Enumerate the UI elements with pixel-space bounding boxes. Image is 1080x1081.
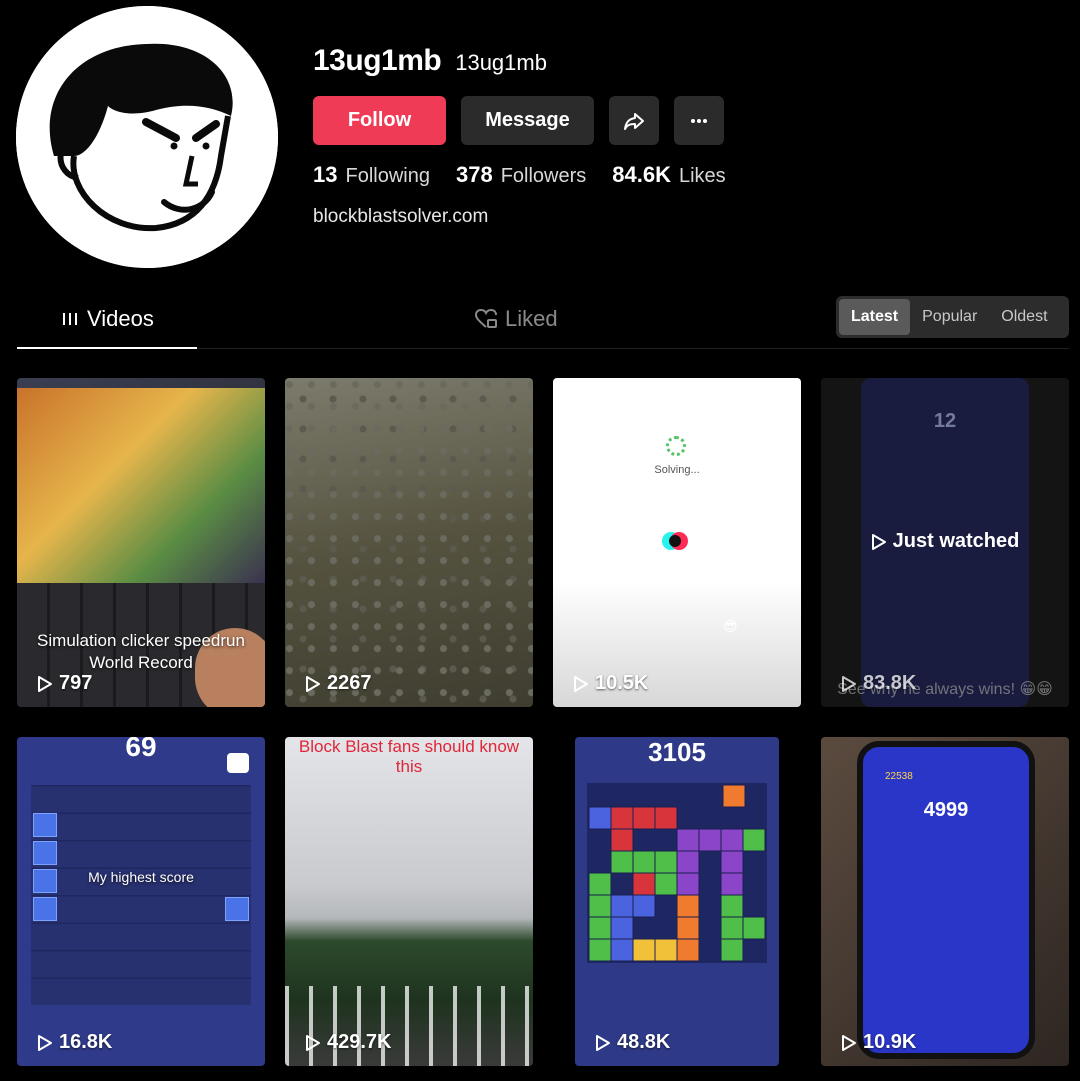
play-icon — [871, 533, 886, 550]
sort-switcher: Latest Popular Oldest — [836, 296, 1069, 338]
emoji-icon: 😎 — [723, 618, 738, 634]
tiktok-logo-icon — [662, 532, 688, 550]
view-count-value: 797 — [59, 672, 93, 694]
avatar-illustration — [16, 6, 278, 268]
follow-button[interactable]: Follow — [313, 96, 446, 145]
sort-popular[interactable]: Popular — [910, 299, 989, 335]
stat-label: Likes — [678, 165, 726, 187]
game-block — [33, 813, 57, 837]
stat-likes: 84.6K Likes — [612, 162, 725, 188]
nickname: 13ug1mb — [455, 50, 547, 75]
tab-liked[interactable]: Liked — [475, 306, 558, 332]
view-count-value: 16.8K — [59, 1031, 113, 1053]
phone-graphic: 22538 4999 — [857, 741, 1035, 1059]
bio-link[interactable]: blockblastsolver.com — [313, 206, 488, 228]
view-count: 2267 — [305, 672, 372, 695]
video-card[interactable]: 12 Just watched See why he always wins! … — [821, 378, 1069, 707]
tab-label: Videos — [87, 306, 154, 331]
just-watched-badge: Just watched — [821, 530, 1069, 553]
video-card[interactable]: 2267 — [285, 378, 533, 707]
view-count: 10.5K — [573, 672, 648, 695]
view-count: 10.9K — [841, 1031, 916, 1054]
view-count-value: 429.7K — [327, 1031, 392, 1053]
view-count: 429.7K — [305, 1031, 392, 1054]
sort-oldest[interactable]: Oldest — [989, 299, 1059, 335]
stat-following[interactable]: 13 Following — [313, 162, 430, 188]
avatar[interactable] — [16, 6, 278, 268]
play-icon — [842, 675, 856, 692]
game-block — [225, 897, 249, 921]
heart-lock-icon — [475, 309, 497, 328]
username: 13ug1mb — [313, 44, 442, 77]
game-score: 3105 — [648, 737, 706, 767]
game-board — [587, 783, 767, 963]
stat-label: Followers — [500, 165, 587, 187]
sort-latest[interactable]: Latest — [839, 299, 911, 335]
more-button[interactable] — [674, 96, 724, 145]
stat-value: 13 — [313, 162, 338, 187]
game-block — [33, 841, 57, 865]
tab-label: Liked — [505, 306, 558, 331]
play-icon — [574, 675, 588, 692]
game-score: 12 — [933, 410, 957, 432]
view-count-value: 2267 — [327, 672, 372, 694]
game-block — [33, 897, 57, 921]
profile-actions: Follow Message — [313, 96, 724, 145]
railing-graphic — [285, 986, 533, 1066]
view-count: 48.8K — [595, 1031, 670, 1054]
tab-videos[interactable]: Videos — [61, 306, 154, 332]
play-icon — [306, 675, 320, 692]
video-card[interactable]: 69 My highest score 16.8K — [17, 737, 265, 1066]
view-count-value: 48.8K — [617, 1031, 671, 1053]
stat-label: Following — [345, 165, 430, 187]
view-count-value: 10.5K — [595, 672, 649, 694]
share-icon — [624, 112, 644, 130]
video-card[interactable]: Solving... 😎 10.5K — [553, 378, 801, 707]
game-board — [31, 785, 251, 1005]
profile-stats: 13 Following 378 Followers 84.6K Likes — [313, 162, 726, 188]
video-caption: My highest score — [88, 869, 194, 885]
share-button[interactable] — [609, 96, 659, 145]
play-icon — [306, 1034, 320, 1051]
message-button[interactable]: Message — [461, 96, 594, 145]
stat-value: 84.6K — [612, 162, 671, 187]
loading-spinner-icon — [666, 436, 686, 456]
view-count-value: 10.9K — [863, 1031, 917, 1053]
photo-icon — [227, 753, 249, 773]
play-icon — [596, 1034, 610, 1051]
stat-value: 378 — [455, 162, 493, 187]
play-icon — [842, 1034, 856, 1051]
view-count: 16.8K — [37, 1031, 112, 1054]
stat-followers[interactable]: 378 Followers — [456, 162, 586, 188]
video-card[interactable]: 3105 48.8K — [575, 737, 779, 1066]
block-layout — [588, 784, 766, 962]
more-icon — [691, 118, 707, 123]
video-card[interactable]: 22538 4999 10.9K — [821, 737, 1069, 1066]
overlay-text: Solving... — [654, 464, 700, 476]
view-count: 797 — [37, 672, 92, 695]
video-card[interactable]: Block Blast fans should know this 429.7K — [285, 737, 533, 1066]
video-caption: Simulation clicker speedrun World Record — [37, 631, 245, 672]
view-count: 83.8K — [841, 672, 916, 695]
tab-active-indicator — [17, 347, 197, 349]
play-icon — [38, 675, 52, 692]
profile-names: 13ug1mb 13ug1mb — [313, 44, 547, 78]
video-thumbnail — [17, 388, 265, 583]
badge-label: Just watched — [892, 530, 1020, 552]
crown-score: 22538 — [885, 771, 913, 782]
play-icon — [38, 1034, 52, 1051]
view-count-value: 83.8K — [863, 672, 917, 694]
grid-icon — [63, 313, 77, 325]
game-score: 4999 — [923, 799, 969, 821]
video-card[interactable]: Simulation clicker speedrun World Record… — [17, 378, 265, 707]
video-caption: Block Blast fans should know this — [298, 737, 520, 776]
